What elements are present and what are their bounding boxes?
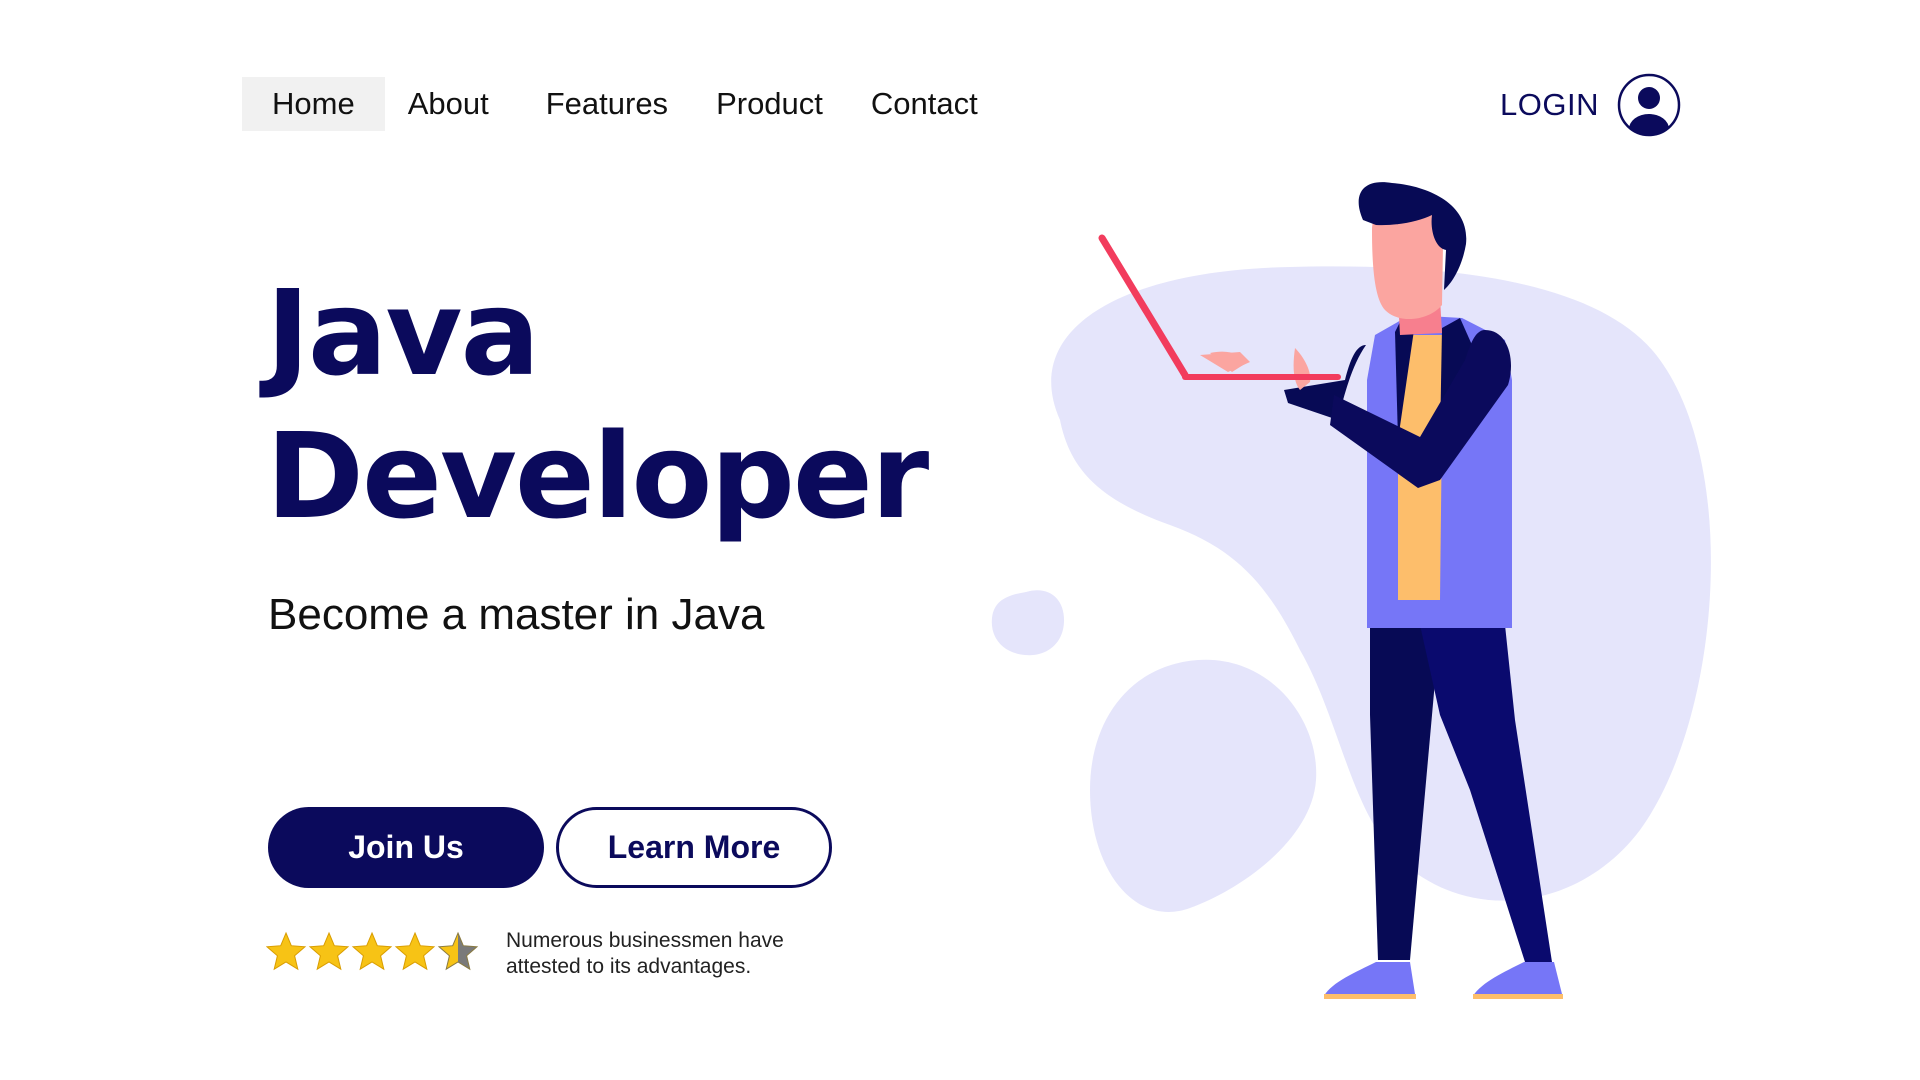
star-icon (395, 932, 435, 970)
developer-illustration (991, 182, 1711, 999)
hero-subtitle: Become a master in Java (268, 590, 765, 639)
user-circle-icon[interactable] (1617, 73, 1681, 137)
nav-product[interactable]: Product (716, 77, 823, 131)
figure-shoe-right (1473, 962, 1562, 996)
login-button[interactable]: LOGIN (1500, 73, 1681, 137)
join-us-button[interactable]: Join Us (268, 807, 544, 888)
hero-title-line1: Java (266, 264, 540, 402)
background-blob (991, 590, 1065, 656)
nav-home[interactable]: Home (242, 77, 385, 131)
learn-more-button[interactable]: Learn More (556, 807, 832, 888)
background-blob (1090, 659, 1317, 912)
figure-sole-left (1324, 994, 1416, 999)
star-rating (266, 932, 478, 970)
star-icon (309, 932, 349, 970)
star-icon (266, 932, 306, 970)
nav-about[interactable]: About (408, 77, 489, 131)
rating-text: Numerous businessmen have attested to it… (506, 929, 784, 978)
nav-contact[interactable]: Contact (871, 77, 978, 131)
hero-title: Java Developer (266, 262, 929, 548)
login-label: LOGIN (1500, 87, 1599, 122)
hero-title-line2: Developer (266, 407, 929, 545)
main-nav: Home About Features Product Contact (242, 77, 978, 131)
star-icon (352, 932, 392, 970)
figure-shoe-left (1324, 962, 1415, 996)
half-star-icon (438, 932, 478, 970)
nav-features[interactable]: Features (546, 77, 668, 131)
figure-sole-right (1473, 994, 1563, 999)
